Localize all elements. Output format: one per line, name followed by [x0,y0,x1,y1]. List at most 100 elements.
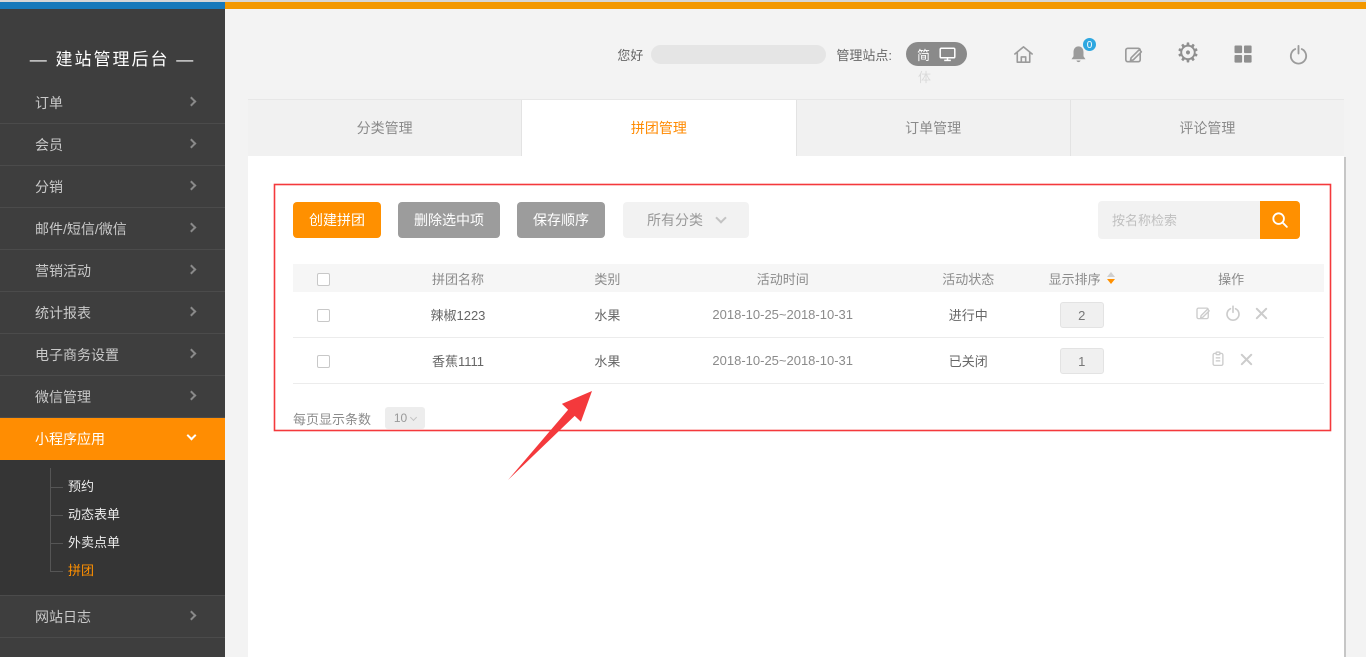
header-sort: 显示排序 [1025,269,1138,288]
save-order-button[interactable]: 保存顺序 [517,202,605,238]
apps-grid-icon[interactable] [1231,42,1255,66]
sidebar-item-wechat-management[interactable]: 微信管理 [0,376,225,418]
chevron-down-icon [715,212,726,223]
manage-site-label: 管理站点: [836,45,892,64]
submenu-item-label: 外卖点单 [68,535,120,550]
sort-asc-icon [1107,272,1115,277]
right-scroll-divider [1344,157,1346,657]
power-logout-icon[interactable] [1286,42,1310,66]
sidebar-item-label: 分销 [35,179,63,195]
settings-gear-icon[interactable]: ⚙ [1176,42,1200,66]
sidebar-menu: 订单 会员 分销 邮件/短信/微信 营销活动 统计报表 [0,88,225,657]
search-button[interactable] [1260,201,1300,239]
search-input[interactable] [1098,201,1260,239]
top-header: 您好 管理站点: 简 体 [225,9,1366,99]
sort-value-input[interactable]: 1 [1060,348,1104,374]
chevron-down-icon [187,430,197,440]
language-switcher: 简 体 [906,42,967,66]
sidebar-item-label: 小程序应用 [35,431,105,447]
row-checkbox[interactable] [317,355,330,368]
language-pill[interactable]: 简 [906,42,967,66]
chevron-right-icon [187,264,197,274]
content-card: 分类管理 拼团管理 订单管理 评论管理 创建拼团 删除选中项 保存顺序 所有分类 [248,99,1344,657]
delete-row-icon[interactable] [1254,306,1269,321]
delete-row-icon[interactable] [1239,352,1254,367]
table-row: 香蕉1111 水果 2018-10-25~2018-10-31 已关闭 1 [293,338,1324,384]
page-size-select[interactable]: 10 [385,407,425,429]
chevron-right-icon [187,138,197,148]
notifications-bell-icon[interactable]: 0 [1066,42,1090,66]
header-icon-group: 0 ⚙ [1011,42,1310,66]
select-all-checkbox[interactable] [317,273,330,286]
submenu-item-takeout-ordering[interactable]: 外卖点单 [0,529,225,557]
tab-order-management[interactable]: 订单管理 [797,100,1071,156]
search-icon [1269,209,1291,231]
category-filter-label: 所有分类 [647,210,703,230]
tab-content: 创建拼团 删除选中项 保存顺序 所有分类 [248,156,1344,657]
tab-group-buying-management[interactable]: 拼团管理 [522,100,796,156]
sidebar: — 建站管理后台 — 订单 会员 分销 邮件/短信/微信 营销活动 [0,9,225,657]
sidebar-item-site-logs[interactable]: 网站日志 [0,596,225,638]
edit-icon[interactable] [1121,42,1145,66]
edit-row-icon[interactable] [1194,304,1212,322]
submenu-item-dynamic-forms[interactable]: 动态表单 [0,501,225,529]
group-buy-table: 拼团名称 类别 活动时间 活动状态 显示排序 [293,264,1324,384]
submenu-item-label: 预约 [68,479,94,494]
submenu-item-reservation[interactable]: 预约 [0,473,225,501]
toolbar: 创建拼团 删除选中项 保存顺序 所有分类 [293,201,1324,239]
submenu-item-label: 拼团 [68,563,94,578]
sort-desc-icon [1107,279,1115,284]
category-filter-dropdown[interactable]: 所有分类 [623,202,749,238]
submenu-item-group-buying[interactable]: 拼团 [0,557,225,585]
sidebar-item-miniprogram-apps[interactable]: 小程序应用 [0,418,225,460]
header-status: 活动状态 [912,269,1025,288]
search-group [1098,201,1300,239]
home-icon[interactable] [1011,42,1035,66]
sidebar-item-members[interactable]: 会员 [0,124,225,166]
create-group-buy-button[interactable]: 创建拼团 [293,202,381,238]
tab-comment-management[interactable]: 评论管理 [1071,100,1344,156]
topbar-blue-segment [0,2,225,9]
sidebar-item-label: 网站日志 [35,609,91,625]
tab-bar: 分类管理 拼团管理 订单管理 评论管理 [248,99,1344,156]
page-root: — 建站管理后台 — 订单 会员 分销 邮件/短信/微信 营销活动 [0,0,1366,657]
header-name: 拼团名称 [355,269,561,288]
sort-value-input[interactable]: 2 [1060,302,1104,328]
app-title: — 建站管理后台 — [0,45,225,70]
header-category: 类别 [561,269,654,288]
language-pill-text: 简 [917,45,930,64]
language-wrapped-text: 体 [918,67,931,86]
power-toggle-icon[interactable] [1224,304,1242,322]
sidebar-item-statistics[interactable]: 统计报表 [0,292,225,334]
greeting-text: 您好 [617,45,643,64]
activity-status: 已关闭 [912,351,1025,370]
sidebar-item-ecommerce-settings[interactable]: 电子商务设置 [0,334,225,376]
activity-time: 2018-10-25~2018-10-31 [654,307,912,322]
sidebar-item-marketing[interactable]: 营销活动 [0,250,225,292]
activity-time: 2018-10-25~2018-10-31 [654,353,912,368]
chevron-right-icon [187,348,197,358]
group-category: 水果 [561,351,654,370]
sidebar-item-label: 电子商务设置 [35,347,119,363]
topbar-orange-segment [225,2,1366,9]
delete-selected-button[interactable]: 删除选中项 [398,202,500,238]
tab-category-management[interactable]: 分类管理 [248,100,522,156]
header-time: 活动时间 [654,269,912,288]
sort-carets-icon[interactable] [1107,272,1115,284]
activity-status: 进行中 [912,305,1025,324]
submenu-item-label: 动态表单 [68,507,120,522]
main-area: 您好 管理站点: 简 体 [225,9,1366,657]
sidebar-item-mail-sms-wechat[interactable]: 邮件/短信/微信 [0,208,225,250]
table-header-row: 拼团名称 类别 活动时间 活动状态 显示排序 [293,264,1324,292]
sidebar-item-distribution[interactable]: 分销 [0,166,225,208]
clipboard-report-icon[interactable] [1209,350,1227,368]
group-name: 香蕉1111 [355,351,561,370]
chevron-right-icon [187,96,197,106]
chevron-right-icon [187,180,197,190]
sidebar-item-orders[interactable]: 订单 [0,88,225,124]
row-checkbox[interactable] [317,309,330,322]
chevron-right-icon [187,610,197,620]
chevron-right-icon [187,390,197,400]
notification-badge: 0 [1082,37,1097,52]
group-name: 辣椒1223 [355,305,561,324]
